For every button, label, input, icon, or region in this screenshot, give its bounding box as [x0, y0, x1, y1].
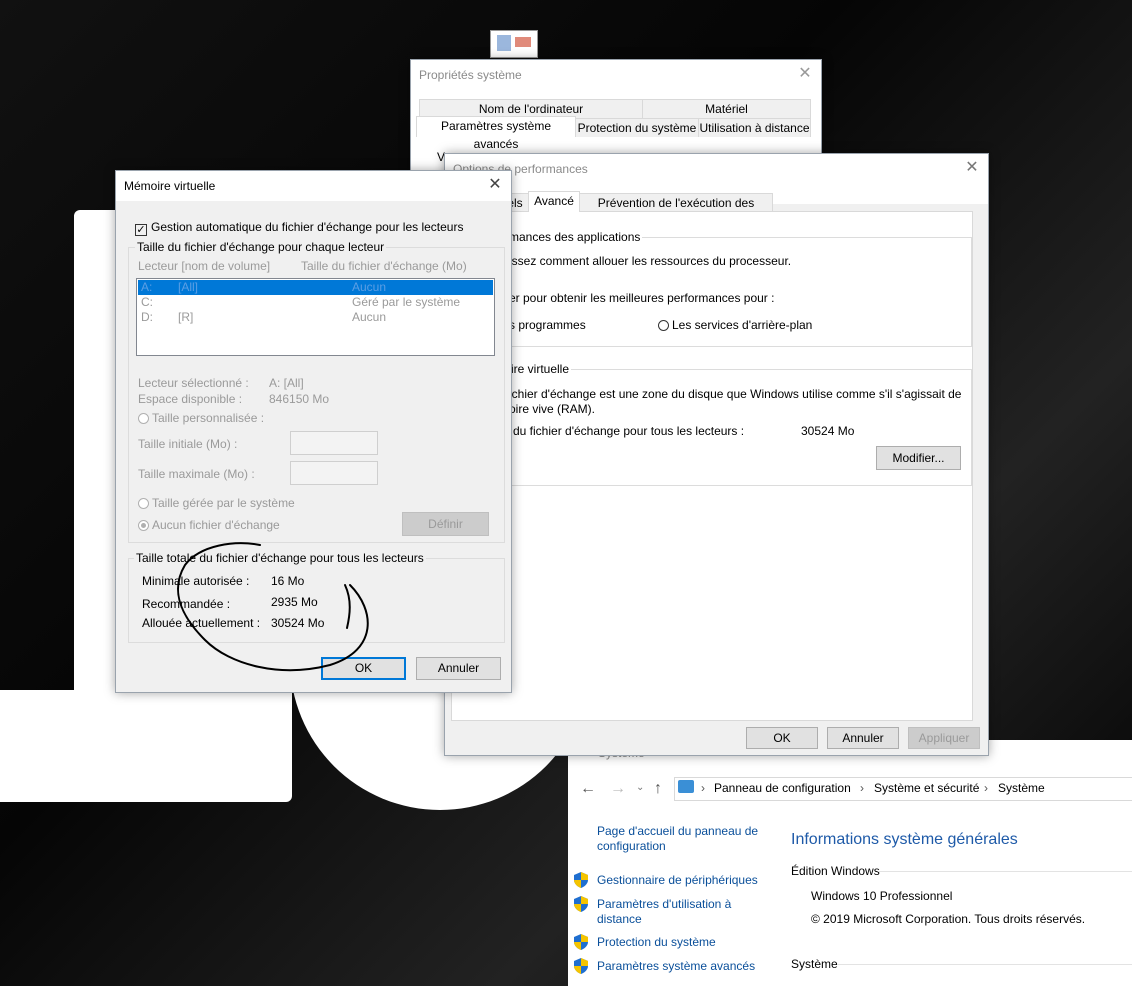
tab-advanced-system[interactable]: Paramètres système avancés [416, 116, 576, 151]
tab-advanced[interactable]: Avancé [528, 191, 580, 212]
handdrawn-circle-annotation [176, 542, 369, 672]
